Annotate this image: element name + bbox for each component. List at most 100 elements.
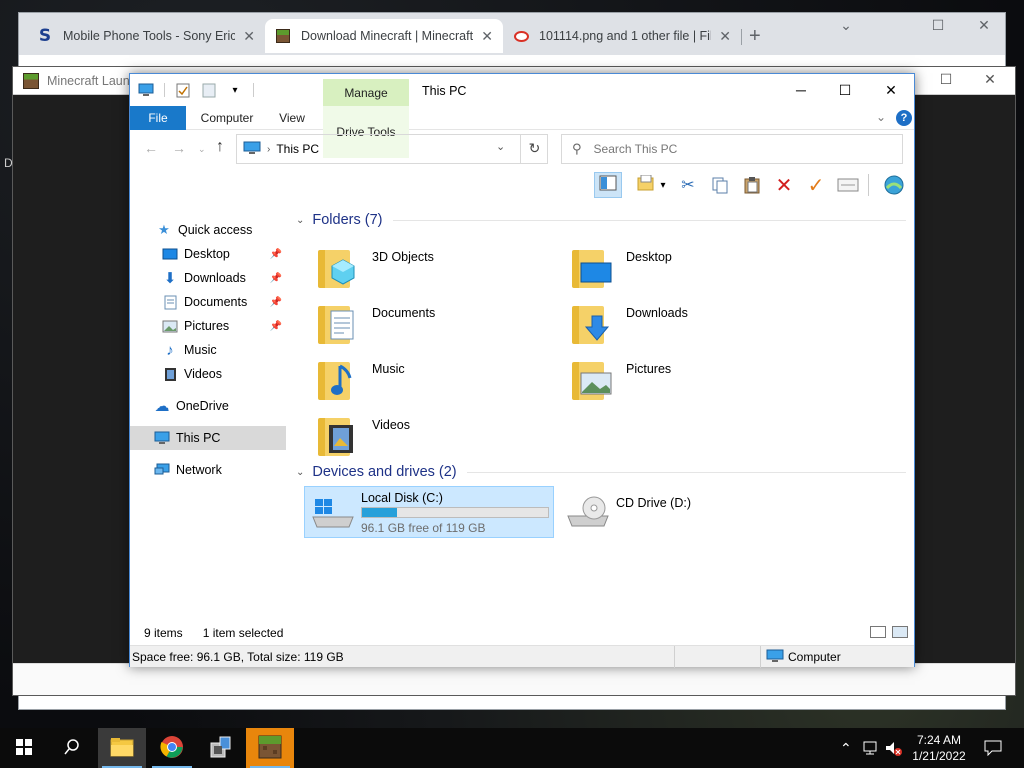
address-text: This PC bbox=[276, 142, 320, 156]
system-clock[interactable]: 7:24 AM 1/21/2022 bbox=[904, 732, 974, 764]
star-icon: ★ bbox=[158, 222, 170, 237]
folder-music[interactable]: Music bbox=[316, 356, 556, 406]
group-title: Devices and drives (2) bbox=[312, 464, 457, 480]
minimize-icon[interactable]: ─ bbox=[778, 78, 824, 102]
nav-item-videos[interactable]: Videos bbox=[130, 362, 286, 386]
taskbar-file-explorer[interactable] bbox=[98, 728, 146, 768]
nav-item-music[interactable]: ♪ Music bbox=[130, 338, 286, 362]
quick-access-toolbar: ▾ bbox=[138, 82, 254, 98]
pin-icon[interactable]: 📌 bbox=[270, 273, 282, 284]
qat-separator bbox=[253, 83, 254, 97]
nav-item-documents[interactable]: Documents 📌 bbox=[130, 290, 286, 314]
nav-item-network[interactable]: Network bbox=[130, 458, 286, 482]
tab-file[interactable]: File bbox=[130, 106, 186, 130]
drives-group-header[interactable]: ⌄ Devices and drives (2) bbox=[296, 462, 906, 482]
nav-item-onedrive[interactable]: ☁ OneDrive bbox=[130, 394, 286, 418]
manage-tab[interactable]: Manage bbox=[323, 79, 409, 106]
pin-icon[interactable]: 📌 bbox=[270, 321, 282, 332]
nav-label: Quick access bbox=[178, 223, 253, 237]
taskbar-phone-tools[interactable] bbox=[196, 728, 244, 768]
forward-arrow-icon[interactable]: → bbox=[172, 140, 186, 156]
minimize-icon[interactable]: ⌄ bbox=[823, 17, 869, 34]
file-host-icon bbox=[513, 28, 529, 44]
search-button[interactable] bbox=[48, 728, 96, 768]
folders-group-header[interactable]: ⌄ Folders (7) bbox=[296, 210, 906, 230]
start-button[interactable] bbox=[0, 728, 48, 768]
nav-item-this-pc[interactable]: This PC bbox=[130, 426, 286, 450]
new-folder-icon[interactable] bbox=[201, 82, 217, 98]
folder-label: Music bbox=[372, 362, 405, 376]
folder-desktop[interactable]: Desktop bbox=[570, 244, 810, 294]
nav-label: Videos bbox=[184, 367, 222, 381]
pin-icon[interactable]: 📌 bbox=[270, 249, 282, 260]
customize-qat-icon[interactable]: ▾ bbox=[227, 82, 243, 98]
recent-locations-icon[interactable]: ⌄ bbox=[198, 144, 206, 155]
close-icon[interactable]: ✕ bbox=[481, 28, 493, 45]
drive-local-disk-c[interactable]: Local Disk (C:) 96.1 GB free of 119 GB bbox=[304, 486, 554, 538]
help-icon[interactable]: ? bbox=[896, 110, 912, 126]
close-icon[interactable]: ✕ bbox=[243, 28, 255, 45]
cloud-icon: ☁ bbox=[154, 398, 170, 415]
close-window-icon[interactable]: ✕ bbox=[961, 17, 1007, 34]
up-arrow-icon[interactable]: ↑ bbox=[216, 138, 224, 156]
chevron-up-icon[interactable]: ⌃ bbox=[840, 740, 852, 757]
pin-icon[interactable]: 📌 bbox=[270, 297, 282, 308]
drive-cd-d[interactable]: CD Drive (D:) bbox=[560, 486, 800, 538]
folder-pictures[interactable]: Pictures bbox=[570, 356, 810, 406]
paste-icon[interactable] bbox=[738, 172, 766, 198]
close-window-icon[interactable]: ✕ bbox=[967, 71, 1013, 88]
pictures-icon bbox=[570, 356, 614, 402]
browser-tab-filehost[interactable]: 101114.png and 1 other file | File ✕ bbox=[503, 19, 741, 53]
navigation-pane-button[interactable] bbox=[594, 172, 622, 198]
network-status-icon[interactable] bbox=[862, 740, 880, 759]
nav-label: Documents bbox=[184, 295, 248, 309]
new-item-dropdown[interactable]: ▾ bbox=[656, 172, 670, 198]
nav-item-downloads[interactable]: ⬇ Downloads 📌 bbox=[130, 266, 286, 290]
search-input[interactable]: ⚲ Search This PC bbox=[561, 134, 903, 164]
details-view-icon[interactable] bbox=[870, 626, 886, 638]
browser-tab-sony[interactable]: S Mobile Phone Tools - Sony Ericsson ✕ bbox=[27, 19, 265, 53]
cut-icon[interactable]: ✂ bbox=[674, 172, 702, 198]
new-tab-button[interactable]: + bbox=[749, 25, 761, 48]
toolbar-separator bbox=[868, 174, 869, 196]
folder-downloads[interactable]: Downloads bbox=[570, 300, 810, 350]
tab-view[interactable]: View bbox=[270, 106, 314, 130]
maximize-icon[interactable]: ☐ bbox=[915, 17, 961, 34]
folder-documents[interactable]: Documents bbox=[316, 300, 556, 350]
ribbon-tabs: File Computer View Drive Tools ⌄ ? bbox=[130, 106, 914, 158]
computer-icon bbox=[138, 82, 154, 98]
copy-icon[interactable] bbox=[706, 172, 734, 198]
windows-logo-icon bbox=[16, 738, 32, 758]
properties-icon[interactable] bbox=[175, 82, 191, 98]
folder-icon bbox=[110, 737, 134, 760]
close-icon[interactable]: ✕ bbox=[719, 28, 731, 45]
maximize-icon[interactable]: ☐ bbox=[923, 71, 969, 88]
chevron-down-icon[interactable]: ⌄ bbox=[496, 140, 505, 153]
browser-tab-minecraft[interactable]: Download Minecraft | Minecraft ✕ bbox=[265, 19, 503, 53]
network-globe-icon[interactable] bbox=[880, 172, 908, 198]
nav-item-desktop[interactable]: Desktop 📌 bbox=[130, 242, 286, 266]
drive-usage-bar bbox=[361, 507, 549, 518]
delete-icon[interactable]: ✕ bbox=[770, 172, 798, 198]
download-arrow-icon: ⬇ bbox=[163, 270, 177, 287]
refresh-icon[interactable]: ↻ bbox=[520, 134, 548, 164]
maximize-icon[interactable]: ☐ bbox=[822, 78, 868, 102]
large-icons-view-icon[interactable] bbox=[892, 626, 908, 638]
properties-icon[interactable] bbox=[834, 172, 862, 198]
desktop-icon bbox=[570, 244, 614, 290]
nav-item-quick-access[interactable]: ★ Quick access bbox=[130, 218, 286, 242]
nav-item-pictures[interactable]: Pictures 📌 bbox=[130, 314, 286, 338]
notifications-icon[interactable] bbox=[984, 740, 1002, 759]
taskbar-minecraft-launcher[interactable] bbox=[246, 728, 294, 768]
hard-drive-icon bbox=[311, 497, 355, 529]
tab-computer[interactable]: Computer bbox=[192, 106, 262, 130]
close-window-icon[interactable]: ✕ bbox=[868, 78, 914, 102]
volume-muted-icon[interactable] bbox=[884, 740, 902, 759]
folder-videos[interactable]: Videos bbox=[316, 412, 556, 462]
back-arrow-icon[interactable]: ← bbox=[144, 140, 158, 156]
folder-3d-objects[interactable]: 3D Objects bbox=[316, 244, 556, 294]
taskbar-chrome[interactable] bbox=[148, 728, 196, 768]
rename-check-icon[interactable]: ✓ bbox=[802, 172, 830, 198]
minecraft-block-icon bbox=[257, 734, 283, 763]
chevron-down-icon[interactable]: ⌄ bbox=[876, 110, 886, 124]
